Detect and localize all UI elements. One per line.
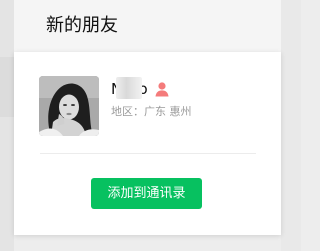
friend-profile-card: N...o 地区：广东 惠州 添加到通讯录 <box>14 52 281 235</box>
divider <box>40 153 256 154</box>
region-info: 地区：广东 惠州 <box>111 105 192 118</box>
add-to-contacts-button[interactable]: 添加到通讯录 <box>91 178 202 209</box>
background-right-panel <box>281 0 301 251</box>
avatar[interactable] <box>39 76 99 136</box>
background-left-item <box>0 57 14 117</box>
nickname-redaction <box>116 77 142 99</box>
header-bar: 新的朋友 <box>14 0 281 52</box>
avatar-photo <box>39 76 99 136</box>
female-person-icon <box>154 81 170 97</box>
name-row: N...o <box>111 77 170 99</box>
background-left-panel <box>0 0 14 251</box>
page-title: 新的朋友 <box>46 15 118 36</box>
